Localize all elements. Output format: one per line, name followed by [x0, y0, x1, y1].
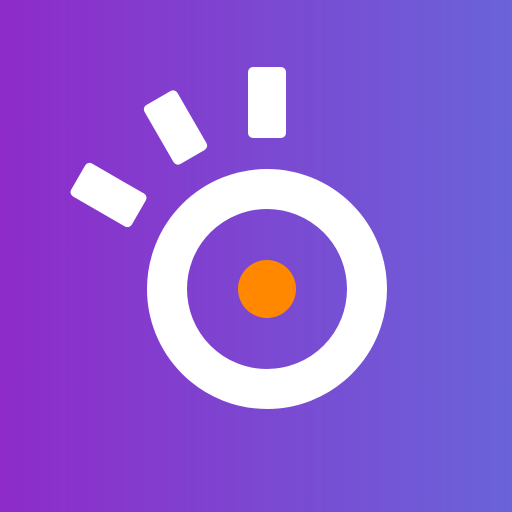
app-logo [0, 0, 512, 512]
ray-line-1 [248, 67, 286, 138]
app-icon [0, 0, 512, 512]
lens-dot [238, 260, 296, 318]
